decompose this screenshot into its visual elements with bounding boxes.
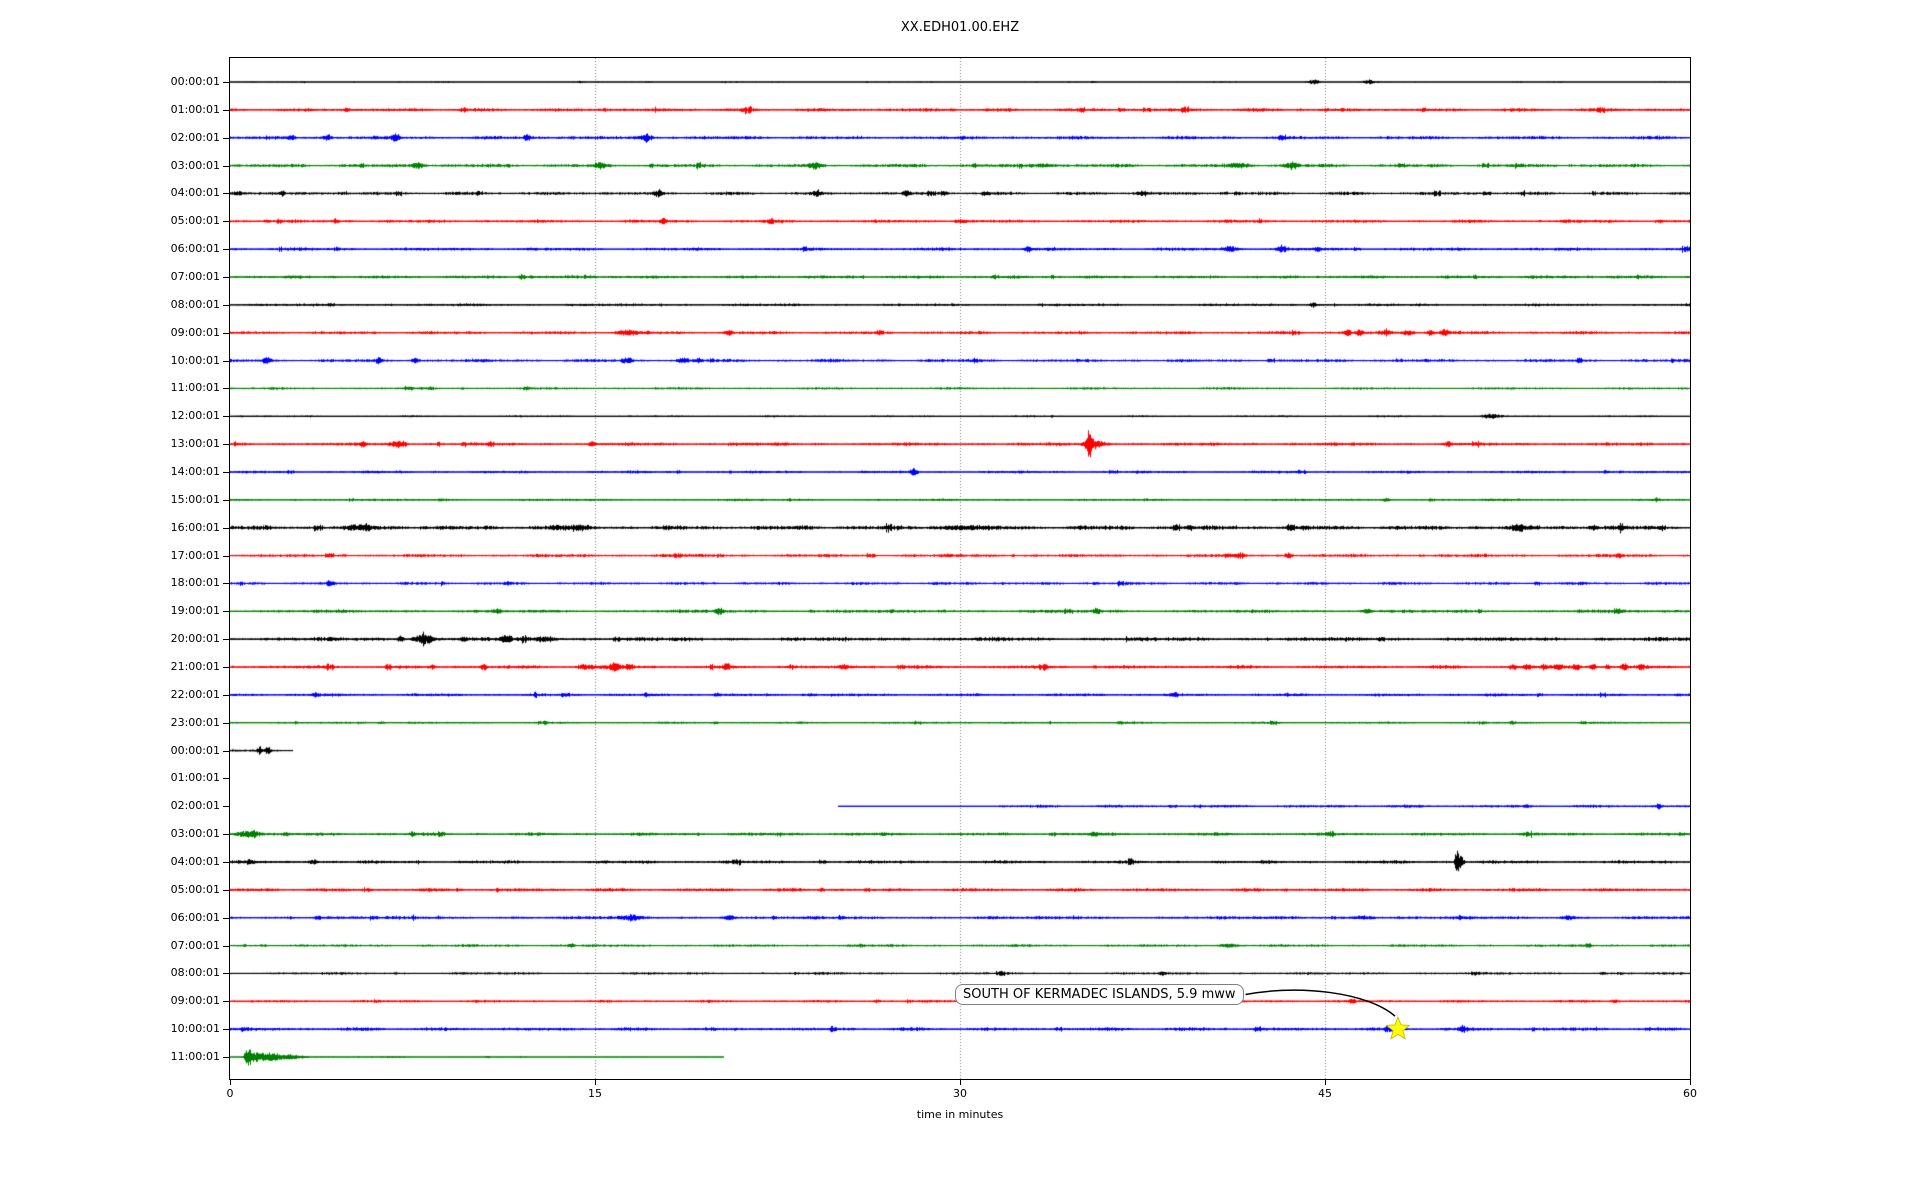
y-tick-mark xyxy=(223,806,229,807)
x-tick-mark xyxy=(1690,1080,1691,1085)
y-tick-label: 18:00:01 xyxy=(0,576,220,590)
y-tick-mark xyxy=(223,305,229,306)
y-tick-label: 09:00:01 xyxy=(0,994,220,1008)
y-tick-mark xyxy=(223,556,229,557)
y-tick-label: 05:00:01 xyxy=(0,214,220,228)
y-tick-label: 10:00:01 xyxy=(0,354,220,368)
y-tick-mark xyxy=(223,333,229,334)
y-tick-label: 19:00:01 xyxy=(0,604,220,618)
y-tick-label: 03:00:01 xyxy=(0,159,220,173)
x-axis-title: time in minutes xyxy=(0,1108,1920,1121)
y-tick-mark xyxy=(223,361,229,362)
y-tick-label: 11:00:01 xyxy=(0,381,220,395)
y-tick-mark xyxy=(223,695,229,696)
y-tick-label: 20:00:01 xyxy=(0,632,220,646)
y-tick-mark xyxy=(223,1001,229,1002)
y-tick-mark xyxy=(223,1029,229,1030)
chart-title: XX.EDH01.00.EHZ xyxy=(0,20,1920,35)
y-tick-label: 02:00:01 xyxy=(0,799,220,813)
y-tick-mark xyxy=(223,221,229,222)
x-tick-label: 0 xyxy=(200,1087,260,1100)
y-tick-label: 01:00:01 xyxy=(0,771,220,785)
y-tick-mark xyxy=(223,416,229,417)
plot-area xyxy=(229,57,1691,1080)
y-tick-label: 14:00:01 xyxy=(0,465,220,479)
y-tick-mark xyxy=(223,751,229,752)
y-tick-mark xyxy=(223,277,229,278)
y-tick-label: 07:00:01 xyxy=(0,270,220,284)
y-tick-label: 06:00:01 xyxy=(0,242,220,256)
y-tick-label: 11:00:01 xyxy=(0,1050,220,1064)
y-tick-label: 00:00:01 xyxy=(0,75,220,89)
y-tick-mark xyxy=(223,611,229,612)
y-tick-label: 10:00:01 xyxy=(0,1022,220,1036)
y-tick-label: 15:00:01 xyxy=(0,493,220,507)
y-tick-mark xyxy=(223,946,229,947)
y-tick-label: 21:00:01 xyxy=(0,660,220,674)
y-tick-label: 09:00:01 xyxy=(0,326,220,340)
y-tick-mark xyxy=(223,249,229,250)
y-tick-mark xyxy=(223,834,229,835)
y-tick-label: 13:00:01 xyxy=(0,437,220,451)
y-tick-mark xyxy=(223,723,229,724)
y-tick-mark xyxy=(223,472,229,473)
y-tick-label: 00:00:01 xyxy=(0,744,220,758)
y-tick-label: 23:00:01 xyxy=(0,716,220,730)
trace-canvas xyxy=(230,58,1690,1079)
y-tick-mark xyxy=(223,528,229,529)
y-tick-mark xyxy=(223,110,229,111)
y-tick-label: 05:00:01 xyxy=(0,883,220,897)
x-tick-mark xyxy=(595,1080,596,1085)
y-tick-mark xyxy=(223,193,229,194)
y-tick-mark xyxy=(223,444,229,445)
y-tick-mark xyxy=(223,667,229,668)
y-tick-label: 01:00:01 xyxy=(0,103,220,117)
y-tick-mark xyxy=(223,890,229,891)
y-tick-label: 07:00:01 xyxy=(0,939,220,953)
y-tick-mark xyxy=(223,583,229,584)
y-tick-mark xyxy=(223,138,229,139)
y-tick-mark xyxy=(223,166,229,167)
y-tick-label: 02:00:01 xyxy=(0,131,220,145)
y-tick-mark xyxy=(223,388,229,389)
y-tick-mark xyxy=(223,82,229,83)
event-annotation: SOUTH OF KERMADEC ISLANDS, 5.9 mww xyxy=(955,984,1244,1005)
y-tick-mark xyxy=(223,639,229,640)
x-tick-mark xyxy=(230,1080,231,1085)
x-tick-label: 15 xyxy=(565,1087,625,1100)
y-tick-mark xyxy=(223,918,229,919)
y-tick-label: 16:00:01 xyxy=(0,521,220,535)
y-tick-mark xyxy=(223,973,229,974)
y-tick-label: 04:00:01 xyxy=(0,186,220,200)
y-tick-label: 08:00:01 xyxy=(0,298,220,312)
y-tick-label: 03:00:01 xyxy=(0,827,220,841)
x-tick-label: 30 xyxy=(930,1087,990,1100)
y-tick-mark xyxy=(223,862,229,863)
y-tick-label: 04:00:01 xyxy=(0,855,220,869)
x-tick-label: 45 xyxy=(1295,1087,1355,1100)
x-tick-mark xyxy=(1325,1080,1326,1085)
y-tick-label: 12:00:01 xyxy=(0,409,220,423)
y-tick-label: 08:00:01 xyxy=(0,966,220,980)
y-tick-mark xyxy=(223,778,229,779)
seismogram-figure: XX.EDH01.00.EHZ 00:00:01 01:00:01 02:00:01… xyxy=(0,0,1920,1200)
y-tick-label: 22:00:01 xyxy=(0,688,220,702)
x-tick-label: 60 xyxy=(1660,1087,1720,1100)
y-tick-mark xyxy=(223,1057,229,1058)
y-tick-mark xyxy=(223,500,229,501)
x-tick-mark xyxy=(960,1080,961,1085)
y-tick-label: 06:00:01 xyxy=(0,911,220,925)
y-tick-label: 17:00:01 xyxy=(0,549,220,563)
